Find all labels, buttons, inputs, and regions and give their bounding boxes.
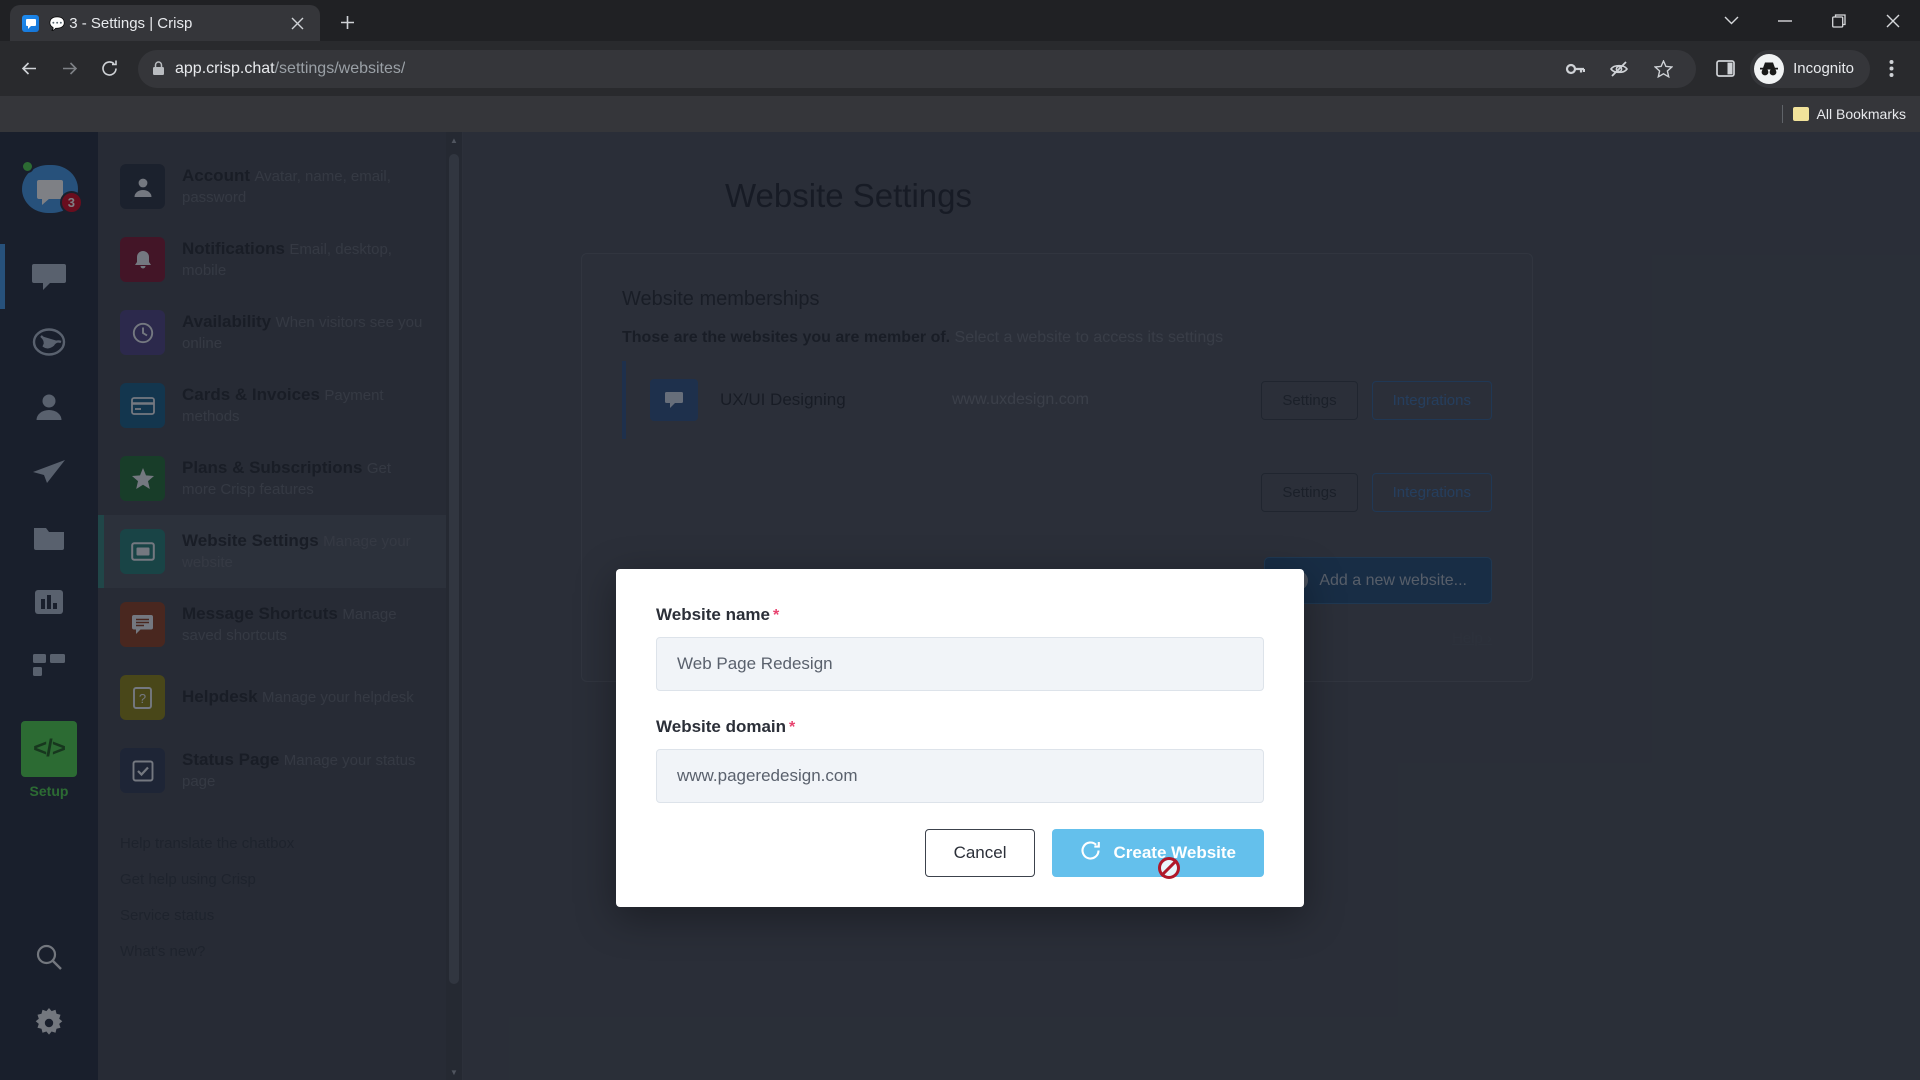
- modal-actions: Cancel Create Website: [656, 829, 1264, 879]
- close-icon[interactable]: [286, 12, 308, 34]
- website-domain-group: Website domain *: [656, 717, 1264, 803]
- website-name-group: Website name *: [656, 605, 1264, 691]
- website-name-input[interactable]: [656, 637, 1264, 691]
- minimize-icon[interactable]: [1758, 0, 1812, 41]
- website-name-label: Website name *: [656, 605, 1264, 625]
- url-path: /settings/websites/: [274, 59, 406, 77]
- url-text: app.crisp.chat/settings/websites/: [175, 60, 405, 78]
- forward-icon[interactable]: [50, 50, 88, 88]
- url-domain: app.crisp.chat: [175, 59, 275, 77]
- required-marker: *: [789, 719, 796, 736]
- kebab-menu-icon[interactable]: [1872, 50, 1910, 88]
- new-tab-button[interactable]: [330, 5, 364, 39]
- lock-icon: [152, 61, 165, 76]
- tab-title: 💬 3 - Settings | Crisp: [49, 15, 276, 32]
- reload-icon[interactable]: [90, 50, 128, 88]
- star-icon[interactable]: [1644, 50, 1682, 88]
- window-close-icon[interactable]: [1866, 0, 1920, 41]
- all-bookmarks-button[interactable]: All Bookmarks: [1792, 106, 1906, 122]
- website-domain-label: Website domain *: [656, 717, 1264, 737]
- page-viewport: 3: [0, 132, 1920, 1080]
- side-panel-icon[interactable]: [1706, 50, 1744, 88]
- profile-name: Incognito: [1793, 60, 1854, 77]
- maximize-icon[interactable]: [1812, 0, 1866, 41]
- divider: [1781, 105, 1783, 123]
- all-bookmarks-label: All Bookmarks: [1816, 106, 1906, 122]
- tab-title-text: 3 - Settings | Crisp: [69, 14, 193, 32]
- tab-unread-bubble-icon: 💬: [49, 15, 66, 31]
- chevron-down-icon[interactable]: [1704, 0, 1758, 41]
- profile-chip[interactable]: Incognito: [1750, 49, 1870, 88]
- not-allowed-cursor-icon: [1158, 857, 1181, 879]
- key-icon[interactable]: [1556, 50, 1594, 88]
- incognito-icon: [1754, 53, 1785, 84]
- window-controls: [1704, 0, 1920, 41]
- omnibox-actions: [1556, 50, 1682, 88]
- browser-toolbar: app.crisp.chat/settings/websites/ Incogn…: [0, 41, 1920, 96]
- folder-icon: [1792, 107, 1809, 121]
- browser-tab[interactable]: 💬 3 - Settings | Crisp: [10, 5, 320, 41]
- required-marker: *: [773, 607, 780, 624]
- website-name-label-text: Website name: [656, 605, 771, 624]
- cancel-button[interactable]: Cancel: [924, 829, 1036, 877]
- loading-spinner-icon: [1080, 840, 1101, 866]
- website-domain-label-text: Website domain: [656, 717, 787, 736]
- tab-strip: 💬 3 - Settings | Crisp: [0, 0, 1920, 41]
- eye-slash-icon[interactable]: [1600, 50, 1638, 88]
- website-domain-input[interactable]: [656, 749, 1264, 803]
- create-website-button[interactable]: Create Website: [1052, 829, 1264, 879]
- create-website-modal: Website name* Website domain* Cancel Cre…: [616, 569, 1304, 907]
- address-bar[interactable]: app.crisp.chat/settings/websites/: [138, 49, 1697, 88]
- back-icon[interactable]: [10, 50, 48, 88]
- browser-window: 💬 3 - Settings | Crisp app.crisp.chat/se…: [0, 0, 1920, 1080]
- crisp-favicon-icon: [22, 14, 39, 32]
- bookmarks-bar: All Bookmarks: [0, 96, 1920, 132]
